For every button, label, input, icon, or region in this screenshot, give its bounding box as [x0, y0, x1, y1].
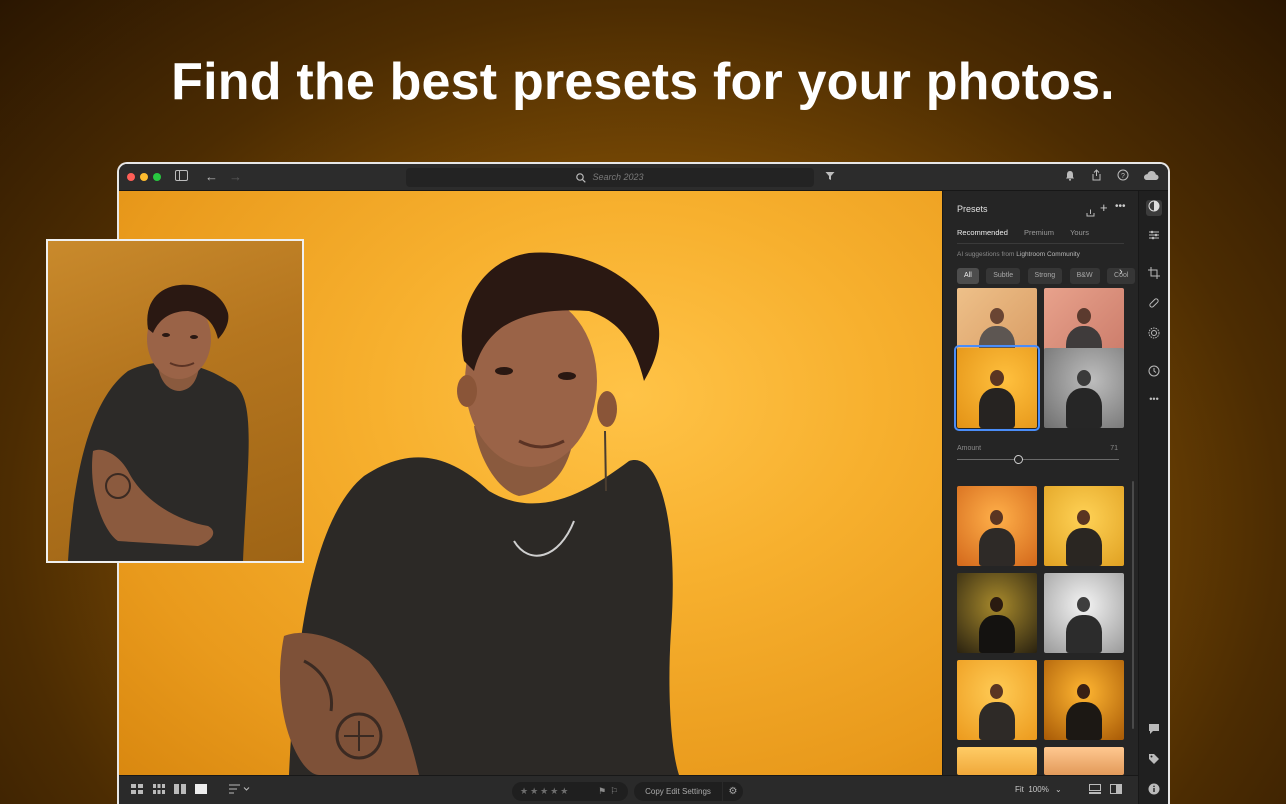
presets-panel: Presets + ••• Recommended Premium Yours … — [942, 191, 1138, 775]
more-options-icon[interactable]: ••• — [1115, 201, 1126, 212]
share-icon[interactable] — [1091, 169, 1102, 185]
tool-rail: ••• — [1138, 191, 1168, 804]
history-icon[interactable] — [1146, 365, 1162, 381]
detail-view-icon[interactable] — [195, 784, 207, 798]
portrait-original-image — [68, 284, 249, 561]
tab-recommended[interactable]: Recommended — [957, 228, 1008, 244]
search-placeholder: Search 2023 — [592, 172, 644, 182]
more-tools-icon[interactable]: ••• — [1146, 391, 1162, 407]
preset-thumbnail-selected[interactable] — [954, 345, 1040, 431]
sidebar-toggle-icon[interactable] — [175, 169, 188, 185]
sort-icon[interactable] — [229, 784, 251, 798]
filter-chips: All Subtle Strong B&W Cool — [957, 264, 1138, 284]
chevron-right-icon[interactable]: › — [1119, 266, 1123, 278]
preset-thumbnail[interactable] — [1044, 486, 1124, 566]
zoom-control[interactable]: Fit 100% ⌄ — [1015, 785, 1062, 794]
chip-all[interactable]: All — [957, 268, 979, 284]
flag-pick-icon[interactable]: ⚑ — [598, 782, 608, 801]
crop-icon[interactable] — [1146, 267, 1162, 283]
svg-text:?: ? — [1121, 173, 1125, 180]
amount-slider-thumb[interactable] — [1014, 455, 1024, 464]
chip-subtle[interactable]: Subtle — [986, 268, 1021, 284]
edit-sliders-icon[interactable] — [1146, 229, 1162, 245]
filter-icon[interactable] — [825, 169, 835, 185]
search-icon — [576, 172, 587, 183]
help-icon[interactable]: ? — [1117, 169, 1129, 185]
import-preset-icon[interactable] — [1086, 204, 1095, 222]
masking-icon[interactable] — [1146, 327, 1162, 343]
presets-panel-title: Presets — [957, 204, 988, 214]
forward-arrow-icon[interactable]: → — [229, 169, 242, 185]
notification-bell-icon[interactable] — [1065, 169, 1075, 185]
square-grid-view-icon[interactable] — [153, 784, 165, 798]
ai-note-prefix: AI suggestions from — [957, 251, 1015, 258]
headline: Find the best presets for your photos. — [171, 53, 1115, 111]
before-photo — [46, 239, 304, 563]
presets-tool-icon[interactable] — [1146, 200, 1162, 216]
chip-strong[interactable]: Strong — [1027, 268, 1063, 284]
add-preset-icon[interactable]: + — [1100, 200, 1108, 215]
chevron-down-icon: ⌄ — [1055, 785, 1062, 794]
amount-slider-track[interactable] — [957, 459, 1119, 460]
preset-thumbnail[interactable] — [957, 486, 1037, 566]
flag-reject-icon[interactable]: ⚐ — [610, 782, 620, 801]
amount-label: Amount — [957, 445, 982, 452]
before-after-icon[interactable] — [1110, 784, 1122, 798]
copy-settings-gear-icon[interactable]: ⚙ — [723, 782, 743, 801]
ai-note-source: Lightroom Community — [1016, 251, 1080, 258]
preset-thumbnail[interactable] — [957, 747, 1037, 775]
tab-yours[interactable]: Yours — [1070, 228, 1089, 243]
bottom-toolbar: ★★★★★ ⚑ ⚐ Copy Edit Settings ⚙ Fit 100% … — [119, 775, 1138, 804]
info-icon[interactable] — [1146, 783, 1162, 799]
back-arrow-icon[interactable]: ← — [205, 169, 218, 185]
search-input[interactable]: Search 2023 — [406, 168, 814, 187]
panel-scrollbar[interactable] — [1132, 481, 1134, 729]
preset-thumbnail[interactable] — [1044, 660, 1124, 740]
filmstrip-toggle-icon[interactable] — [1089, 784, 1101, 798]
compare-view-icon[interactable] — [174, 784, 186, 798]
preset-thumbnail[interactable] — [1044, 348, 1124, 428]
comment-icon[interactable] — [1146, 723, 1162, 739]
healing-bandage-icon[interactable] — [1146, 297, 1162, 313]
zoom-window-button[interactable] — [153, 173, 161, 181]
ai-suggestions-note: AI suggestions from Lightroom Community — [957, 251, 1080, 258]
preset-thumbnail[interactable] — [1044, 747, 1124, 775]
star-rating[interactable]: ★★★★★ ⚑ ⚐ — [512, 782, 628, 801]
zoom-value: 100% — [1028, 785, 1049, 794]
cloud-sync-icon[interactable] — [1143, 169, 1159, 185]
fit-label: Fit — [1015, 785, 1024, 794]
grid-view-icon[interactable] — [131, 784, 143, 798]
amount-value: 71 — [1110, 445, 1118, 452]
close-window-button[interactable] — [127, 173, 135, 181]
chip-bw[interactable]: B&W — [1069, 268, 1100, 284]
preset-thumbnail[interactable] — [957, 573, 1037, 653]
title-bar: ← → Search 2023 ? — [119, 164, 1168, 191]
tab-premium[interactable]: Premium — [1024, 228, 1054, 243]
tag-icon[interactable] — [1146, 753, 1162, 769]
preset-thumbnail[interactable] — [957, 660, 1037, 740]
preset-thumbnail[interactable] — [1044, 573, 1124, 653]
preset-tabs: Recommended Premium Yours — [957, 228, 1103, 244]
copy-edit-settings-button[interactable]: Copy Edit Settings — [634, 782, 722, 801]
tab-divider — [957, 243, 1124, 244]
minimize-window-button[interactable] — [140, 173, 148, 181]
